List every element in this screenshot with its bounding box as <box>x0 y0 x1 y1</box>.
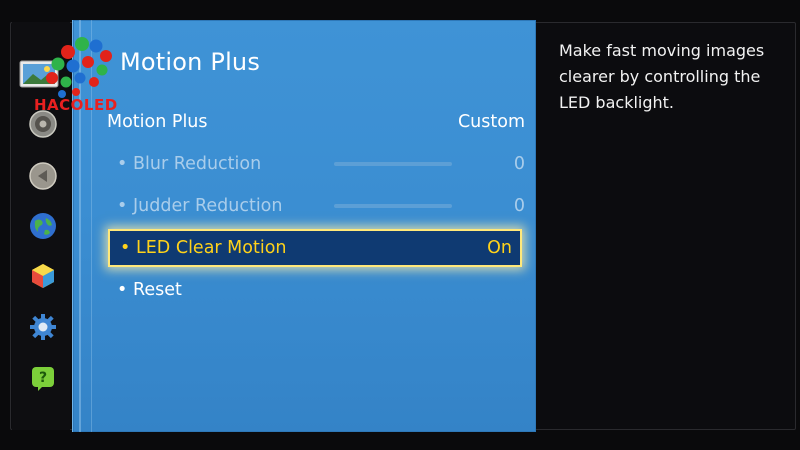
menu-item-label: Judder Reduction <box>133 196 283 216</box>
bullet: • <box>117 196 128 216</box>
svg-text:?: ? <box>39 370 47 386</box>
menu-item-value: 0 <box>513 196 525 216</box>
blur-reduction-slider[interactable] <box>334 162 452 166</box>
menu-item-value: On <box>487 238 512 258</box>
menu-item-label: LED Clear Motion <box>136 238 287 258</box>
menu-item-value: Custom <box>457 112 525 132</box>
logo-text: HACOLED <box>34 96 118 114</box>
speaker-icon[interactable] <box>29 110 57 138</box>
help-icon[interactable]: ? <box>29 364 57 392</box>
bullet: • <box>117 280 128 300</box>
menu-item-led-clear-motion[interactable]: • LED Clear Motion On <box>108 229 522 267</box>
motion-plus-menu-panel: Motion Plus Motion Plus Custom • Blur Re… <box>72 20 536 432</box>
menu-item-motion-plus[interactable]: Motion Plus Custom <box>107 104 525 140</box>
menu-item-blur-reduction[interactable]: • Blur Reduction 0 <box>107 146 525 182</box>
bullet: • <box>117 154 128 174</box>
page-title: Motion Plus <box>120 48 261 76</box>
bullet: • <box>120 238 131 258</box>
broadcast-icon[interactable] <box>29 162 57 190</box>
menu-item-judder-reduction[interactable]: • Judder Reduction 0 <box>107 188 525 224</box>
menu-item-label: Reset <box>133 280 182 300</box>
menu-item-label: Blur Reduction <box>133 154 262 174</box>
gear-icon[interactable] <box>29 313 57 341</box>
smart-hub-cube-icon[interactable] <box>29 262 57 290</box>
help-description: Make fast moving images clearer by contr… <box>559 41 765 112</box>
menu-item-value: 0 <box>513 154 525 174</box>
globe-icon[interactable] <box>29 212 57 240</box>
menu-item-label: Motion Plus <box>107 112 208 132</box>
menu-item-reset[interactable]: • Reset <box>107 272 525 308</box>
judder-reduction-slider[interactable] <box>334 204 452 208</box>
